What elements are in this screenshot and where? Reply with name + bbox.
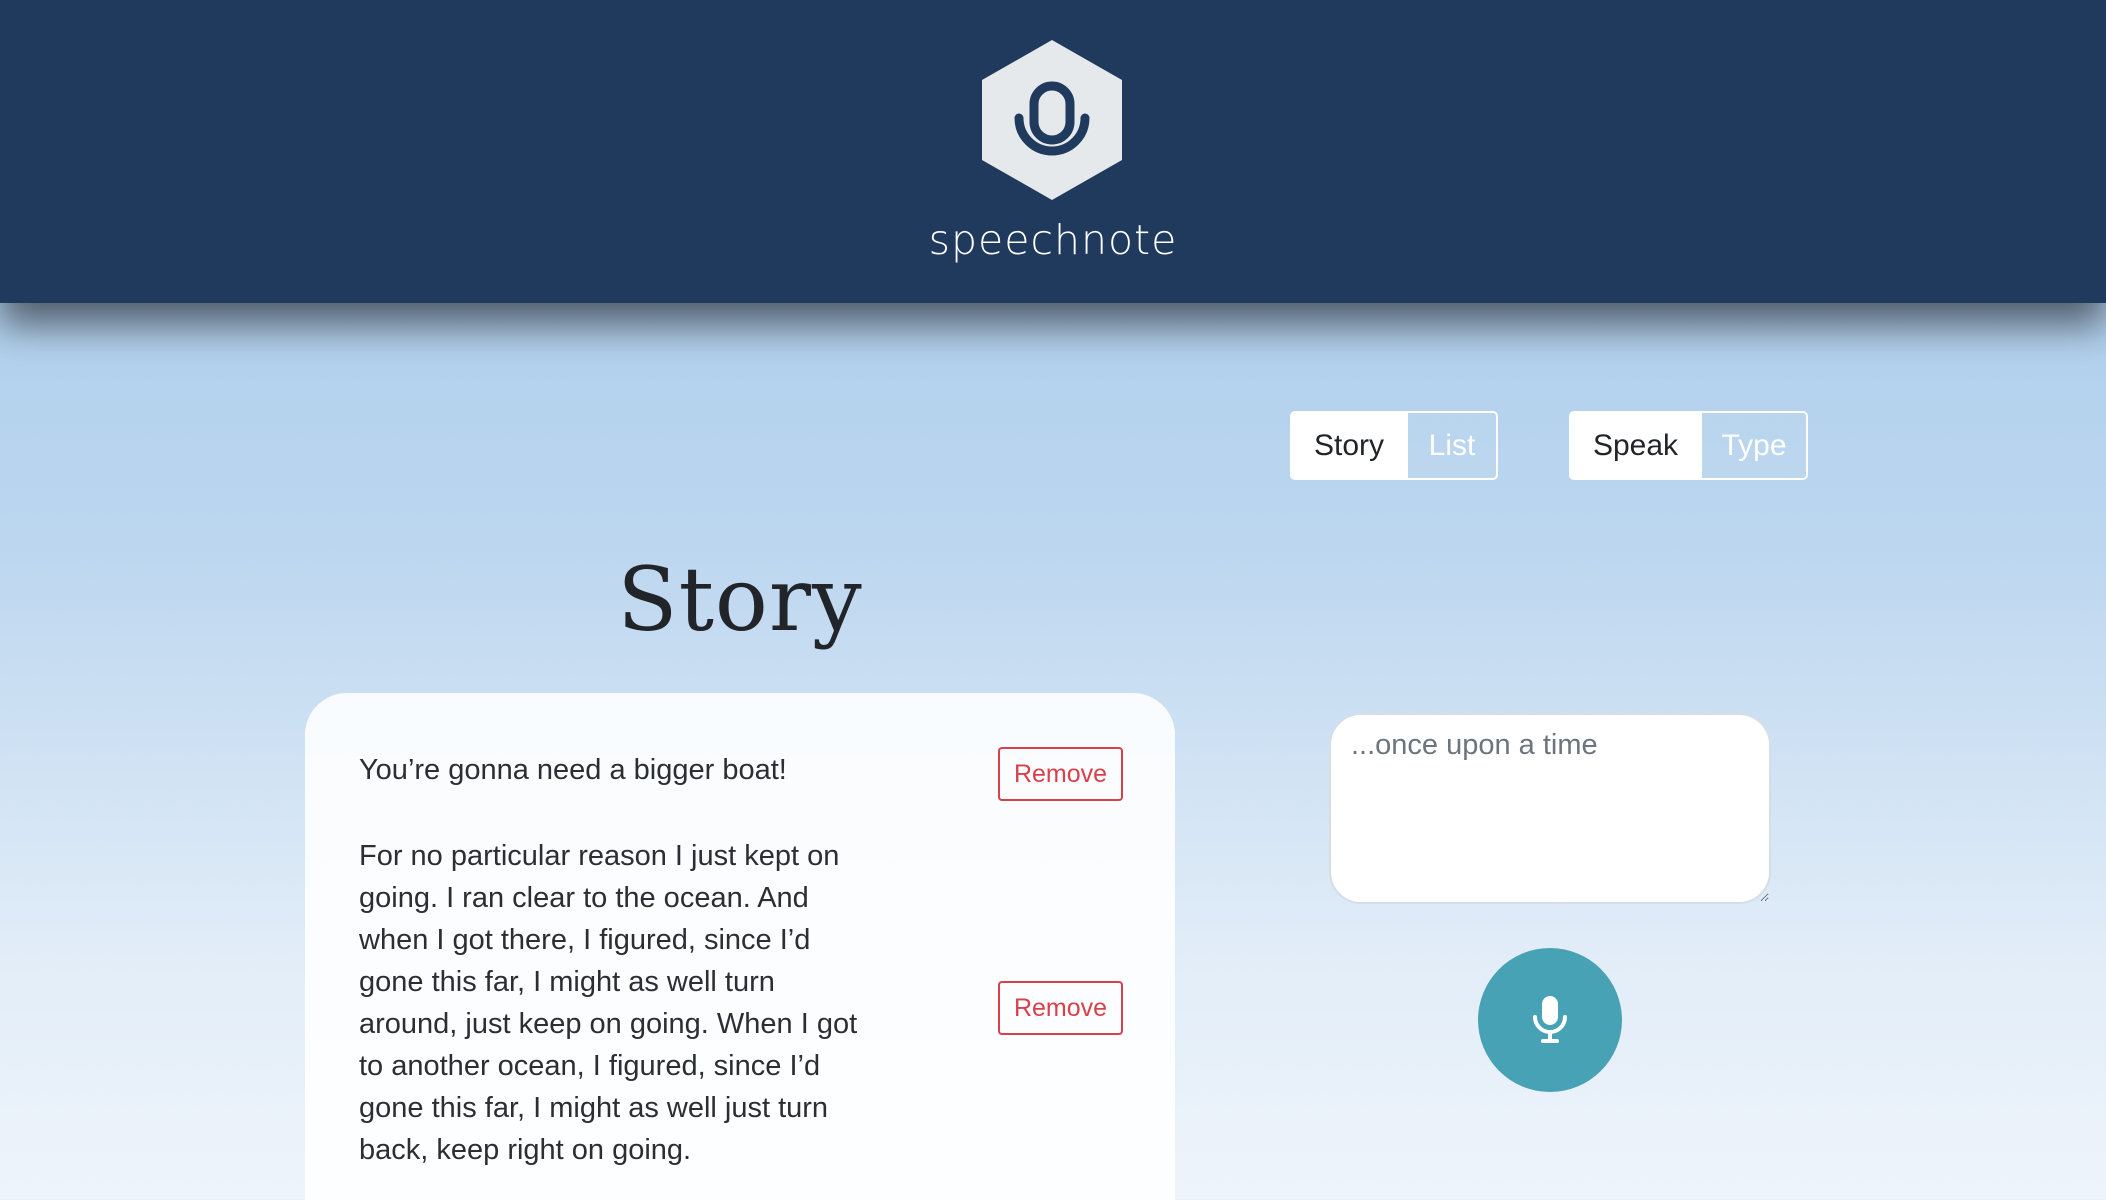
remove-button[interactable]: Remove <box>998 981 1123 1035</box>
brand-name: speechnote <box>928 216 1178 264</box>
mode-option-story[interactable]: Story <box>1292 413 1406 478</box>
microphone-hexagon-icon <box>982 40 1122 200</box>
record-button[interactable] <box>1478 948 1622 1092</box>
input-option-speak[interactable]: Speak <box>1571 413 1700 478</box>
story-list: You’re gonna need a bigger boat! Remove … <box>305 693 1175 1200</box>
story-item-text: You’re gonna need a bigger boat! <box>359 754 787 786</box>
note-input[interactable] <box>1329 713 1771 904</box>
mode-option-list[interactable]: List <box>1406 413 1496 478</box>
input-method-toggle: Speak Type <box>1569 411 1808 480</box>
story-item-text: For no particular reason I just kept on … <box>359 840 858 1166</box>
mode-toggle: Story List <box>1290 411 1498 480</box>
microphone-icon <box>1533 996 1567 1043</box>
remove-button[interactable]: Remove <box>998 747 1123 801</box>
input-option-type[interactable]: Type <box>1700 413 1806 478</box>
page-title: Story <box>617 548 863 651</box>
logo <box>980 38 1124 202</box>
app-header: speechnote <box>0 0 2106 303</box>
